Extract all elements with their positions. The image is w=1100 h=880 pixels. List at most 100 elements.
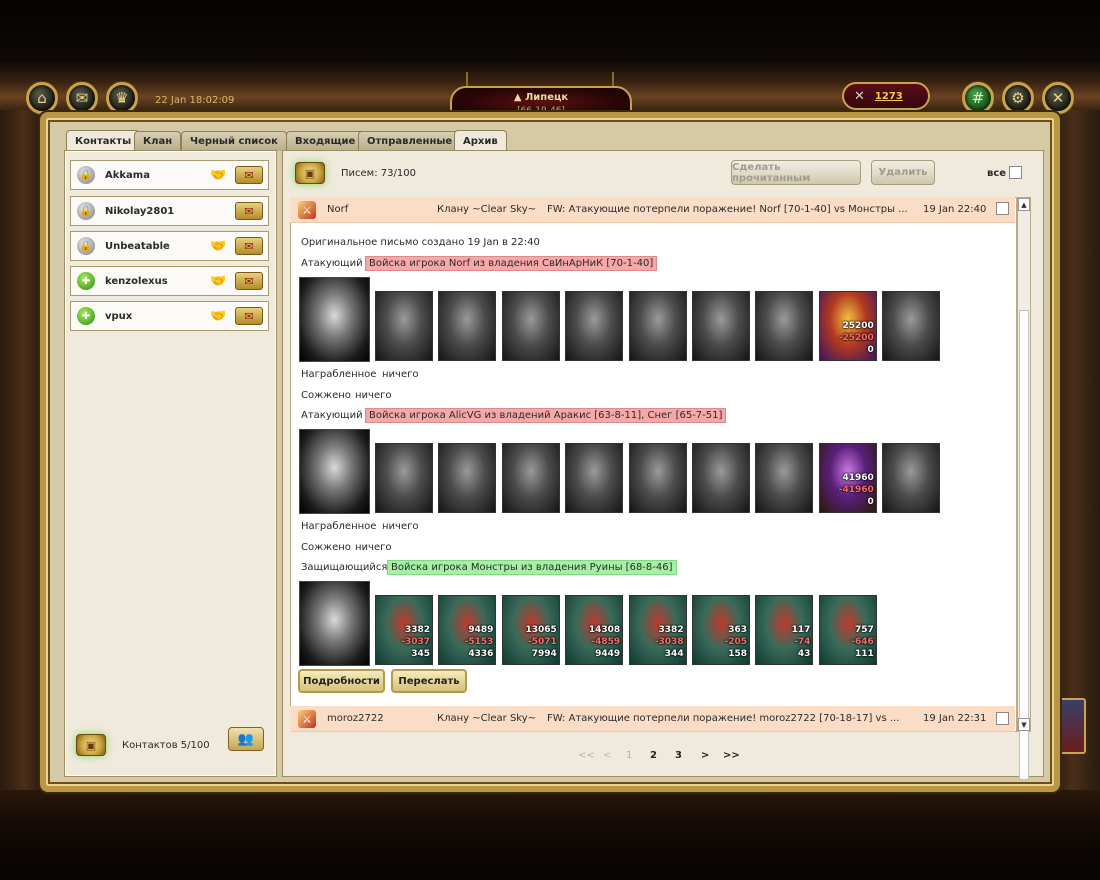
page-3-link[interactable]: 3 bbox=[675, 750, 682, 761]
trophy-icon[interactable]: ♛ bbox=[106, 82, 138, 114]
treasure-chest-icon[interactable]: ▣ bbox=[295, 162, 325, 184]
send-mail-button[interactable]: ✉ bbox=[235, 272, 263, 290]
unit-card[interactable]: 117 -74 43 bbox=[755, 595, 814, 665]
unit-card[interactable] bbox=[375, 291, 433, 361]
page-1-link[interactable]: 1 bbox=[626, 750, 632, 761]
unit-count: 117 bbox=[791, 625, 811, 635]
handshake-icon[interactable]: 🤝 bbox=[210, 309, 226, 324]
send-mail-button[interactable]: ✉ bbox=[235, 307, 263, 325]
page-next-link[interactable]: > bbox=[701, 750, 709, 761]
unit-card[interactable] bbox=[692, 443, 750, 513]
unit-card[interactable]: 3382 -3038 344 bbox=[628, 595, 687, 665]
treasure-chest-icon[interactable]: ▣ bbox=[76, 734, 106, 756]
unit-card[interactable] bbox=[501, 291, 560, 361]
details-button[interactable]: Подробности bbox=[298, 669, 385, 693]
contact-name: Nikolay2801 bbox=[105, 205, 175, 217]
unit-card[interactable]: 14308 -4859 9449 bbox=[565, 595, 624, 665]
delete-button[interactable]: Удалить bbox=[871, 160, 935, 185]
unit-card[interactable] bbox=[628, 443, 687, 513]
unit-card[interactable] bbox=[501, 443, 560, 513]
page-2-link[interactable]: 2 bbox=[650, 750, 657, 761]
message-subject: FW: Атакующие потерпели поражение! Norf … bbox=[547, 204, 908, 215]
contact-row[interactable]: ✚ vpux 🤝 ✉ bbox=[70, 301, 269, 331]
unit-card[interactable]: 757 -646 111 bbox=[818, 595, 877, 665]
lock-icon: 🔒 bbox=[77, 237, 95, 255]
unit-card[interactable]: 3382 -3037 345 bbox=[375, 595, 433, 665]
unit-card[interactable] bbox=[882, 443, 941, 513]
unit-card[interactable] bbox=[882, 291, 941, 361]
contact-row[interactable]: 🔒 Nikolay2801 ✉ bbox=[70, 196, 269, 226]
page-last-link[interactable]: >> bbox=[723, 750, 740, 761]
tab-clan[interactable]: Клан bbox=[134, 131, 182, 151]
burned-label: Сожжено bbox=[301, 390, 351, 401]
contact-row[interactable]: ✚ kenzolexus 🤝 ✉ bbox=[70, 266, 269, 296]
city-name: Липецк bbox=[524, 92, 569, 103]
unit-card[interactable] bbox=[692, 291, 750, 361]
unit-card[interactable] bbox=[565, 443, 624, 513]
tab-inbox[interactable]: Входящие bbox=[286, 131, 365, 151]
online-status-icon: ✚ bbox=[77, 272, 95, 290]
message-checkbox[interactable] bbox=[996, 712, 1009, 725]
message-header-row[interactable]: ⚔ Norf Клану ~Clear Sky~ FW: Атакующие п… bbox=[290, 197, 1015, 223]
page-first-link[interactable]: << bbox=[578, 750, 595, 761]
hero-portrait[interactable] bbox=[299, 277, 370, 362]
handshake-icon[interactable]: 🤝 bbox=[210, 239, 226, 254]
unit-card[interactable]: 41960 -41960 0 bbox=[818, 443, 877, 513]
unit-card[interactable]: 363 -205 158 bbox=[692, 595, 750, 665]
gears-icon[interactable]: ⚙ bbox=[1002, 82, 1034, 114]
unit-losses: -5153 bbox=[464, 637, 494, 647]
castle-icon[interactable]: ⌂ bbox=[26, 82, 58, 114]
unit-card[interactable] bbox=[438, 291, 497, 361]
message-from: moroz2722 bbox=[327, 713, 384, 724]
send-mail-button[interactable]: ✉ bbox=[235, 166, 263, 184]
contact-name: Akkama bbox=[105, 169, 150, 181]
unit-losses: -205 bbox=[724, 637, 747, 647]
unit-card[interactable] bbox=[628, 291, 687, 361]
handshake-icon[interactable]: 🤝 bbox=[210, 274, 226, 289]
close-icon[interactable]: ✕ bbox=[1042, 82, 1074, 114]
contact-name: kenzolexus bbox=[105, 275, 168, 287]
unit-card[interactable]: 13065 -5071 7994 bbox=[501, 595, 560, 665]
message-checkbox[interactable] bbox=[996, 202, 1009, 215]
unit-remaining: 43 bbox=[797, 649, 811, 659]
unit-card[interactable] bbox=[438, 443, 497, 513]
scroll-thumb[interactable] bbox=[1019, 310, 1029, 780]
tab-archive[interactable]: Архив bbox=[454, 130, 507, 152]
mark-read-button[interactable]: Сделать прочитанным bbox=[731, 160, 861, 185]
message-header-row[interactable]: ⚔ moroz2722 Клану ~Clear Sky~ FW: Атакую… bbox=[290, 706, 1015, 732]
hero-portrait[interactable] bbox=[299, 581, 370, 666]
tab-contacts[interactable]: Контакты bbox=[66, 130, 141, 152]
tab-sent[interactable]: Отправленные bbox=[358, 131, 462, 151]
unit-remaining: 4336 bbox=[468, 649, 494, 659]
unit-card[interactable] bbox=[565, 291, 624, 361]
gold-amount-link[interactable]: 1273 bbox=[875, 91, 903, 102]
hero-portrait[interactable] bbox=[299, 429, 370, 514]
contact-row[interactable]: 🔒 Akkama 🤝 ✉ bbox=[70, 160, 269, 190]
unit-card[interactable] bbox=[755, 291, 814, 361]
scroll-up-icon[interactable]: ▲ bbox=[1018, 198, 1030, 211]
unit-count: 3382 bbox=[404, 625, 430, 635]
unit-card[interactable] bbox=[375, 443, 433, 513]
unit-losses: -5071 bbox=[528, 637, 557, 647]
gold-plate: ✕ 1273 bbox=[842, 82, 930, 110]
letters-count: Писем: 73/100 bbox=[341, 168, 416, 179]
unit-losses: -74 bbox=[794, 637, 811, 647]
page-prev-link[interactable]: < bbox=[603, 750, 611, 761]
send-mail-button[interactable]: ✉ bbox=[235, 237, 263, 255]
send-mail-button[interactable]: ✉ bbox=[235, 202, 263, 220]
grid-icon[interactable]: # bbox=[962, 82, 994, 114]
select-all-checkbox[interactable] bbox=[1009, 166, 1022, 179]
contact-row[interactable]: 🔒 Unbeatable 🤝 ✉ bbox=[70, 231, 269, 261]
unit-card[interactable]: 9489 -5153 4336 bbox=[438, 595, 497, 665]
unit-remaining: 345 bbox=[411, 649, 430, 659]
scroll-icon[interactable]: ✉ bbox=[66, 82, 98, 114]
scroll-down-icon[interactable]: ▼ bbox=[1018, 718, 1030, 731]
unit-count: 9489 bbox=[468, 625, 494, 635]
forward-button[interactable]: Переслать bbox=[391, 669, 467, 693]
handshake-icon[interactable]: 🤝 bbox=[210, 168, 226, 183]
unit-card[interactable] bbox=[755, 443, 814, 513]
add-contact-button[interactable]: 👥 bbox=[228, 727, 264, 751]
tab-blacklist[interactable]: Черный список bbox=[181, 131, 287, 151]
message-list-scrollbar[interactable]: ▲ ▼ bbox=[1017, 197, 1031, 780]
unit-card[interactable]: 25200 -25200 0 bbox=[818, 291, 877, 361]
